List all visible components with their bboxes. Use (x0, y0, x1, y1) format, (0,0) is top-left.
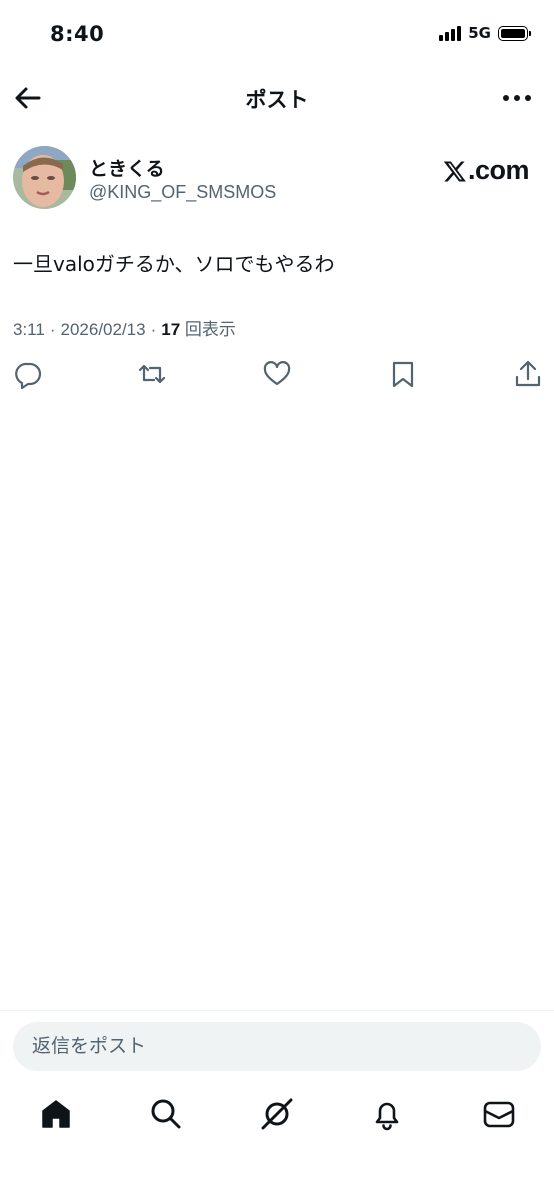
views-label: 回表示 (184, 320, 236, 339)
tab-notifications[interactable] (369, 1096, 405, 1132)
post-actions (13, 358, 543, 392)
messages-icon (483, 1101, 515, 1128)
bookmark-button[interactable] (388, 358, 418, 390)
page-title: ポスト (245, 88, 309, 112)
post-time[interactable]: 3:11 (13, 320, 45, 339)
notifications-icon (375, 1102, 399, 1131)
share-button[interactable] (513, 358, 543, 390)
x-logo-icon (443, 161, 466, 181)
author-handle[interactable]: @KING_OF_SMSMOS (89, 182, 276, 203)
like-button[interactable] (262, 358, 292, 390)
status-indicators: 5G (439, 24, 531, 42)
repost-icon (138, 364, 166, 384)
tab-home[interactable] (38, 1096, 74, 1132)
more-horizontal-icon (503, 95, 531, 101)
post-author: ときくる @KING_OF_SMSMOS .com (13, 146, 541, 212)
bookmark-icon (392, 361, 414, 388)
status-time: 8:40 (50, 22, 105, 46)
share-icon (515, 360, 541, 387)
avatar[interactable] (13, 146, 76, 209)
tab-messages[interactable] (481, 1096, 517, 1132)
watermark-text: .com (467, 155, 530, 185)
divider (0, 1010, 554, 1011)
reply-icon (15, 362, 42, 390)
bottom-tab-bar (0, 1092, 554, 1142)
reply-box[interactable] (13, 1022, 541, 1071)
network-type: 5G (468, 24, 491, 42)
reply-button[interactable] (13, 358, 43, 390)
views-count[interactable]: 17 (161, 320, 180, 339)
home-icon (42, 1100, 70, 1128)
tab-grok[interactable] (259, 1096, 295, 1132)
status-bar: 8:40 5G (0, 0, 554, 70)
grok-icon (261, 1098, 293, 1130)
reply-input[interactable] (30, 1034, 514, 1058)
x-com-watermark: .com (443, 155, 530, 186)
like-icon (263, 361, 291, 386)
repost-button[interactable] (135, 358, 169, 390)
post-meta: 3:11 · 2026/02/13 · 17 回表示 (13, 320, 236, 339)
cellular-signal-icon (439, 25, 462, 41)
search-icon (151, 1099, 181, 1129)
post-date[interactable]: 2026/02/13 (61, 320, 146, 339)
battery-icon (498, 25, 531, 41)
post-text: 一旦valoガチるか、ソロでもやるわ (13, 252, 335, 276)
top-header: ポスト (0, 70, 554, 126)
author-display-name[interactable]: ときくる (89, 154, 165, 181)
more-options-button[interactable] (502, 84, 532, 112)
tab-search[interactable] (148, 1096, 184, 1132)
